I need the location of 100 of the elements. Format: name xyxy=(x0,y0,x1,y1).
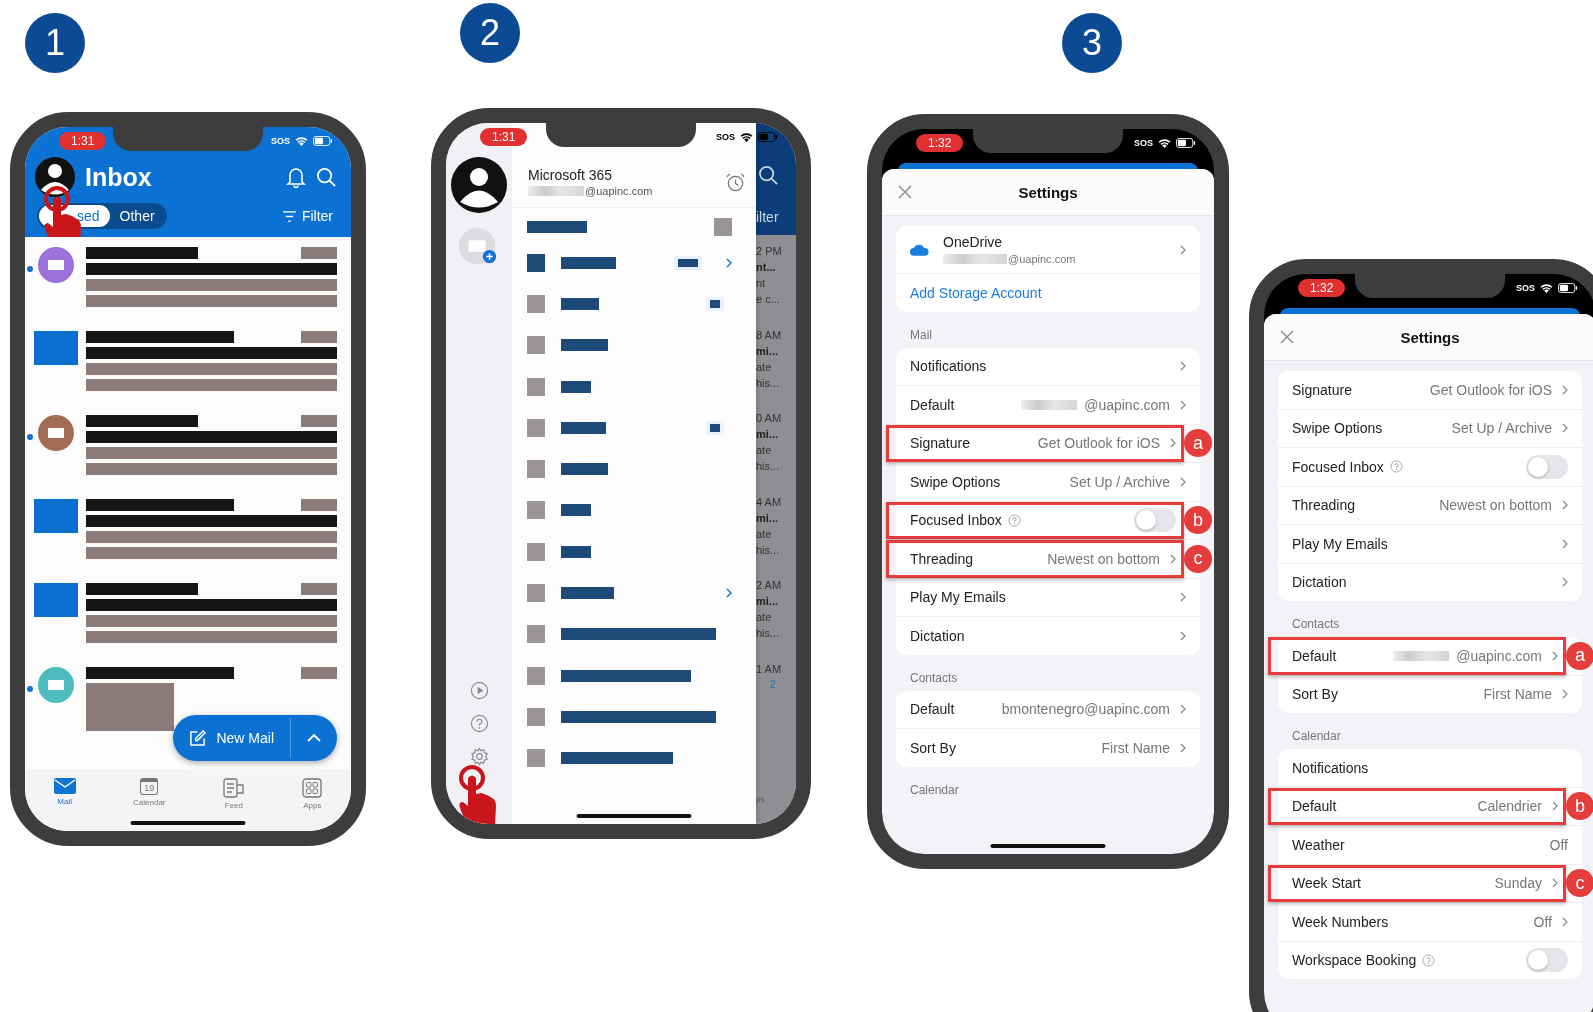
settings-row[interactable]: Notifications xyxy=(1278,749,1582,787)
nav-tab[interactable]: Apps xyxy=(296,777,329,831)
settings-row[interactable]: Threading Newest on bottom xyxy=(1278,486,1582,524)
settings-row[interactable]: Default @uapinc.com xyxy=(896,386,1200,424)
setting-label: Default xyxy=(910,396,955,413)
redaction-bar xyxy=(561,339,608,352)
toggle-switch[interactable] xyxy=(1526,454,1568,479)
settings-row[interactable]: Signature Get Outlook for iOS xyxy=(886,424,1184,462)
settings-row[interactable]: Default Calendrier xyxy=(1268,787,1566,825)
chevron-icon xyxy=(1180,476,1186,487)
message-time: 0 AM xyxy=(756,411,783,427)
settings-row[interactable]: Swipe Options Set Up / Archive xyxy=(1278,409,1582,447)
settings-row[interactable]: Week Start Sunday xyxy=(1268,864,1566,902)
settings-row[interactable]: Default bmontenegro@uapinc.com xyxy=(896,690,1200,728)
step-number: 2 xyxy=(460,3,520,63)
message-subject: mi... xyxy=(756,510,779,526)
message-preview: nt xyxy=(756,276,767,291)
settings-row[interactable]: Notifications xyxy=(896,347,1200,385)
settings-row[interactable]: Default @uapinc.com xyxy=(1268,637,1566,675)
settings-row[interactable]: Swipe Options Set Up / Archive xyxy=(896,463,1200,501)
toggle-row[interactable]: Focused Inbox xyxy=(886,501,1184,539)
bell-icon[interactable] xyxy=(286,166,306,188)
chevron-icon xyxy=(1552,801,1558,812)
chevron-icon xyxy=(1562,577,1568,588)
chevron-icon xyxy=(1180,244,1186,255)
settings-row[interactable]: Sort By First Name xyxy=(896,729,1200,767)
step-marker: c xyxy=(1566,869,1593,898)
avatar-icon[interactable] xyxy=(35,157,75,197)
setting-value: @uapinc.com xyxy=(1084,396,1170,413)
message-preview: ate xyxy=(756,610,773,626)
setting-label: Default xyxy=(1292,798,1337,815)
setting-label: Default xyxy=(910,701,955,718)
filter-button[interactable]: Filter xyxy=(275,207,339,225)
settings-row[interactable]: Dictation xyxy=(896,617,1200,655)
count-label: 2 xyxy=(770,677,777,692)
setting-label: Focused Inbox xyxy=(910,512,1002,529)
play-icon[interactable] xyxy=(469,681,489,700)
message-subject: mi... xyxy=(756,427,779,443)
message-time: 2 AM xyxy=(756,578,783,594)
setting-label: Sort By xyxy=(1292,686,1338,703)
settings-row[interactable]: Week Numbers Off xyxy=(1278,903,1582,941)
setting-label: Swipe Options xyxy=(1292,420,1383,437)
search-icon[interactable] xyxy=(316,166,337,188)
section-heading: Contacts xyxy=(910,670,959,685)
toggle-row[interactable]: Focused Inbox xyxy=(1278,448,1582,486)
close-icon[interactable] xyxy=(1280,330,1294,344)
avatar-icon[interactable] xyxy=(451,157,507,213)
settings-row[interactable]: Signature Get Outlook for iOS xyxy=(1278,371,1582,409)
pointing-hand-icon xyxy=(458,764,498,824)
chevron-icon xyxy=(1180,704,1186,715)
chevron-icon xyxy=(1552,650,1558,661)
redaction-bar xyxy=(301,331,337,343)
help-icon[interactable] xyxy=(469,714,489,733)
setting-label: Notifications xyxy=(910,358,987,375)
settings-row[interactable]: Threading Newest on bottom xyxy=(886,540,1184,578)
chevron-icon xyxy=(1180,592,1186,603)
caret-icon xyxy=(307,734,321,742)
toggle-switch[interactable] xyxy=(1134,508,1176,533)
pixelated-redaction xyxy=(528,186,584,196)
setting-value: @uapinc.com xyxy=(1456,647,1542,664)
inbox-tab[interactable]: Other xyxy=(109,205,165,227)
redaction-bar xyxy=(561,256,616,269)
message-preview: ate xyxy=(756,526,773,542)
message-preview: his... xyxy=(756,459,781,475)
settings-row[interactable]: OneDrive @uapinc.com xyxy=(896,226,1200,273)
add-account-link[interactable]: Add Storage Account xyxy=(896,274,1200,312)
settings-row[interactable]: Play My Emails xyxy=(896,578,1200,616)
setting-label: Dictation xyxy=(1292,574,1347,591)
compose-icon xyxy=(189,729,207,747)
toggle-switch[interactable] xyxy=(1526,948,1568,973)
settings-icon[interactable] xyxy=(469,747,489,766)
setting-label: Default xyxy=(1292,647,1337,664)
alarm-clock-icon[interactable] xyxy=(725,171,746,193)
redaction-bar xyxy=(561,587,614,599)
close-icon[interactable] xyxy=(898,185,912,199)
redaction-bar xyxy=(527,221,587,233)
battery-icon xyxy=(1176,138,1196,148)
setting-value: bmontenegro@uapinc.com xyxy=(1001,701,1170,718)
setting-value: Newest on bottom xyxy=(1047,550,1160,567)
nav-tab[interactable]: Feed xyxy=(216,777,251,831)
chevron-icon xyxy=(1170,553,1176,564)
message-subject: nt... xyxy=(756,260,777,275)
message-preview: e c... xyxy=(756,292,781,307)
battery-icon xyxy=(313,136,333,146)
new-mail-button[interactable]: New Mail xyxy=(173,715,337,761)
settings-row[interactable]: Sort By First Name xyxy=(1278,675,1582,713)
settings-row[interactable]: Dictation xyxy=(1278,563,1582,601)
message-subject: mi... xyxy=(756,594,779,610)
nav-tab[interactable]: Mail xyxy=(47,777,82,831)
redaction-bar xyxy=(301,667,337,679)
toggle-row[interactable]: Workspace Booking xyxy=(1278,941,1582,979)
redaction-bar xyxy=(561,545,591,558)
chevron-icon xyxy=(1180,742,1186,753)
settings-row[interactable]: Play My Emails xyxy=(1278,525,1582,563)
settings-row[interactable]: Weather Off xyxy=(1278,826,1582,864)
account-email: @uapinc.com xyxy=(1008,253,1076,265)
setting-value: Off xyxy=(1533,913,1552,930)
chevron-icon xyxy=(1180,361,1186,372)
message-time: 2 PM xyxy=(756,244,783,259)
setting-value: Set Up / Archive xyxy=(1451,420,1552,437)
